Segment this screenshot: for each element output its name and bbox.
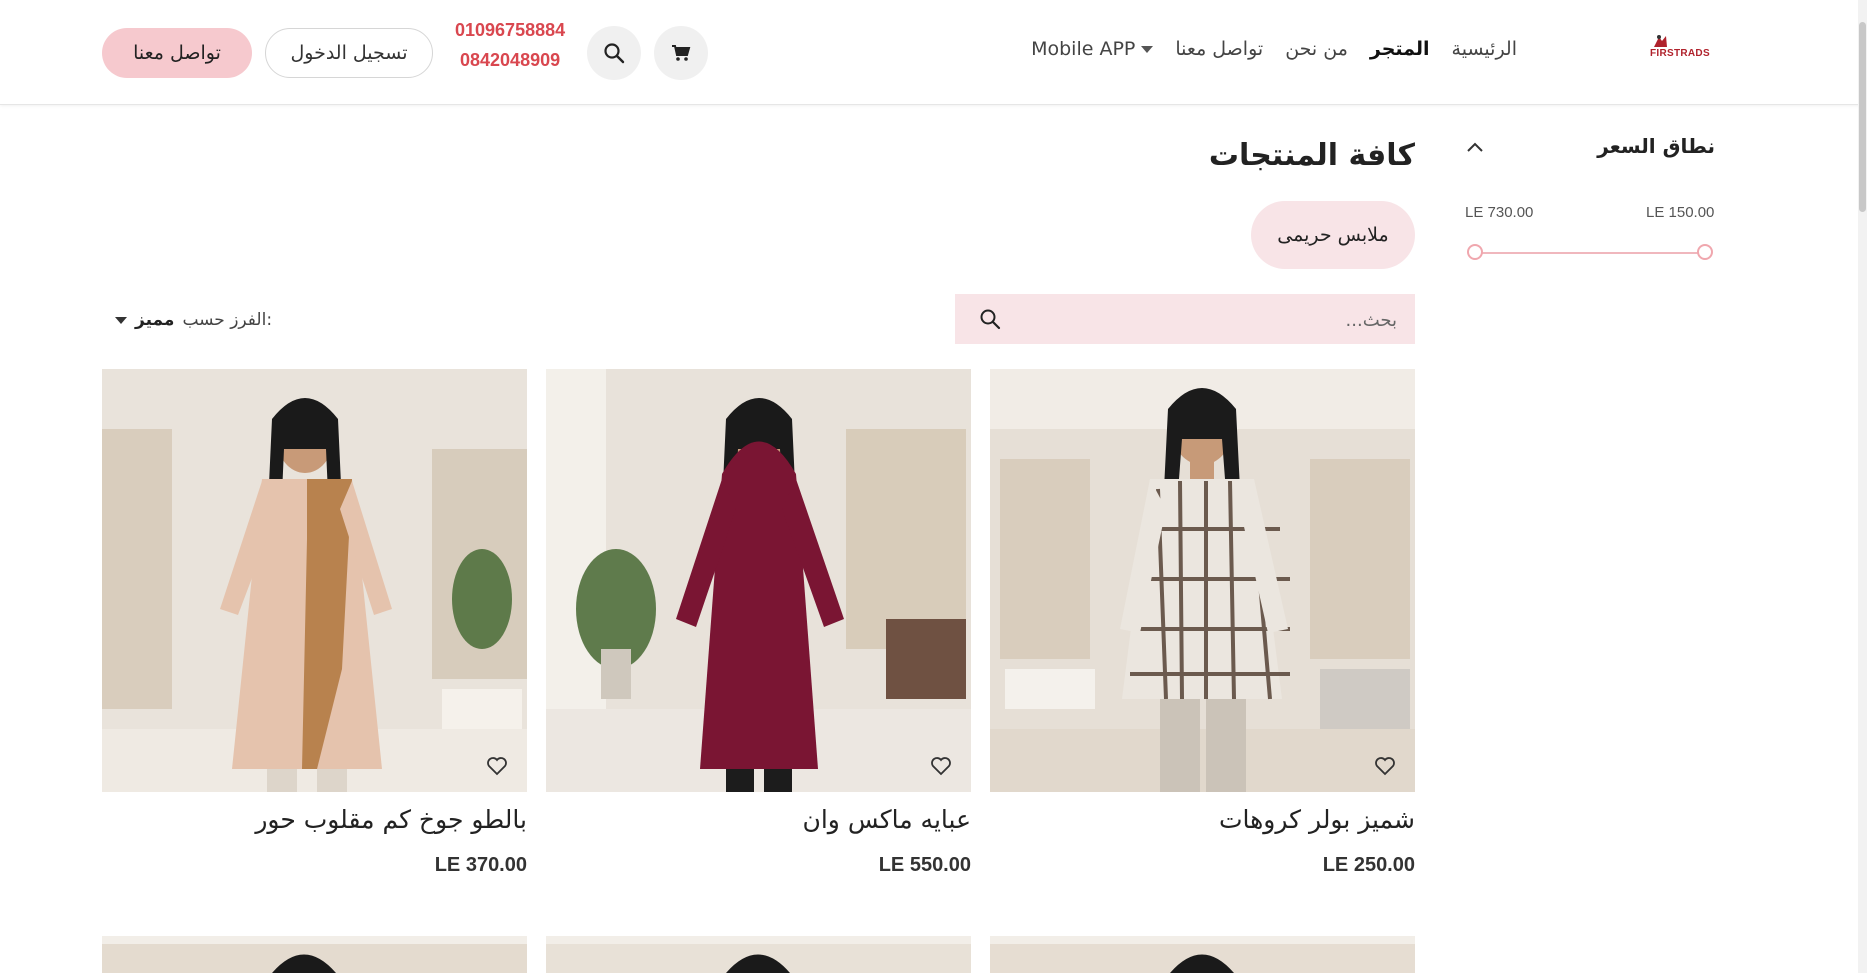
product-card[interactable]: بالطو جوخ كم مقلوب حور LE 370.00 bbox=[102, 369, 527, 876]
logo-text: FIRSTRADS bbox=[1650, 48, 1710, 59]
phone-number-1[interactable]: 01096758884 bbox=[455, 15, 565, 45]
product-image-partial[interactable] bbox=[990, 936, 1415, 973]
heart-icon[interactable] bbox=[1374, 756, 1396, 776]
product-card[interactable]: شميز بولر كروهات LE 250.00 bbox=[990, 369, 1415, 876]
product-search-box bbox=[955, 294, 1415, 346]
logo[interactable]: FIRSTRADS bbox=[1650, 34, 1710, 66]
cart-icon bbox=[672, 45, 691, 61]
chevron-up-icon[interactable] bbox=[1466, 141, 1484, 153]
nav-mobile-app-label: Mobile APP bbox=[1031, 38, 1136, 60]
page-title: كافة المنتجات bbox=[1208, 138, 1415, 173]
product-image-partial[interactable] bbox=[102, 936, 527, 973]
nav-home[interactable]: الرئيسية bbox=[1452, 38, 1517, 60]
product-photo bbox=[546, 936, 971, 973]
phone-numbers: 01096758884 0842048909 bbox=[455, 15, 565, 75]
price-slider-handle-min[interactable] bbox=[1697, 244, 1713, 260]
search-icon bbox=[980, 309, 1001, 330]
site-header: FIRSTRADS الرئيسية المتجر من نحن تواصل م… bbox=[0, 0, 1867, 105]
nav-shop[interactable]: المتجر bbox=[1370, 38, 1430, 60]
heart-icon[interactable] bbox=[486, 756, 508, 776]
price-slider-track[interactable] bbox=[1475, 252, 1705, 254]
nav-about[interactable]: من نحن bbox=[1285, 38, 1348, 60]
logo-mark-icon bbox=[1654, 35, 1667, 47]
main-nav: الرئيسية المتجر من نحن تواصل معنا Mobile… bbox=[1031, 38, 1517, 60]
product-photo bbox=[102, 369, 527, 792]
product-card[interactable]: عبايه ماكس وان LE 550.00 bbox=[546, 369, 971, 876]
product-image[interactable] bbox=[990, 369, 1415, 792]
product-name[interactable]: شميز بولر كروهات bbox=[1219, 805, 1415, 834]
cart-button[interactable] bbox=[654, 26, 708, 80]
product-photo bbox=[990, 936, 1415, 973]
search-submit-button[interactable] bbox=[979, 308, 1001, 334]
product-image[interactable] bbox=[546, 369, 971, 792]
phone-number-2[interactable]: 0842048909 bbox=[455, 45, 565, 75]
category-chip-womens-clothing[interactable]: ملابس حريمى bbox=[1251, 201, 1415, 269]
heart-icon[interactable] bbox=[930, 756, 952, 776]
product-price: LE 370.00 bbox=[434, 854, 527, 876]
nav-mobile-app-dropdown[interactable]: Mobile APP bbox=[1031, 38, 1154, 60]
sort-dropdown[interactable]: مميز الفرز حسب: bbox=[115, 310, 272, 330]
contact-us-button[interactable]: تواصل معنا bbox=[102, 28, 252, 78]
sort-value: مميز bbox=[135, 310, 175, 330]
scrollbar-thumb[interactable] bbox=[1859, 22, 1866, 212]
header-search-button[interactable] bbox=[587, 26, 641, 80]
sort-label: الفرز حسب: bbox=[182, 310, 273, 330]
product-photo bbox=[102, 936, 527, 973]
product-image-partial[interactable] bbox=[546, 936, 971, 973]
price-range-title[interactable]: نطاق السعر bbox=[1597, 134, 1715, 158]
search-icon bbox=[604, 43, 625, 64]
login-button[interactable]: تسجيل الدخول bbox=[265, 28, 433, 78]
caret-down-icon bbox=[115, 316, 127, 324]
product-photo bbox=[546, 369, 971, 792]
product-price: LE 250.00 bbox=[1322, 854, 1415, 876]
search-input[interactable] bbox=[1015, 294, 1399, 346]
product-name[interactable]: بالطو جوخ كم مقلوب حور bbox=[255, 805, 527, 834]
product-image[interactable] bbox=[102, 369, 527, 792]
price-min-value: LE 150.00 bbox=[1646, 204, 1715, 221]
product-photo bbox=[990, 369, 1415, 792]
price-max-value: LE 730.00 bbox=[1465, 204, 1534, 221]
price-slider-handle-max[interactable] bbox=[1467, 244, 1483, 260]
nav-contact[interactable]: تواصل معنا bbox=[1175, 38, 1263, 60]
page-scrollbar[interactable] bbox=[1858, 0, 1867, 973]
product-name[interactable]: عبايه ماكس وان bbox=[803, 805, 972, 834]
product-price: LE 550.00 bbox=[878, 854, 971, 876]
caret-down-icon bbox=[1141, 45, 1154, 53]
